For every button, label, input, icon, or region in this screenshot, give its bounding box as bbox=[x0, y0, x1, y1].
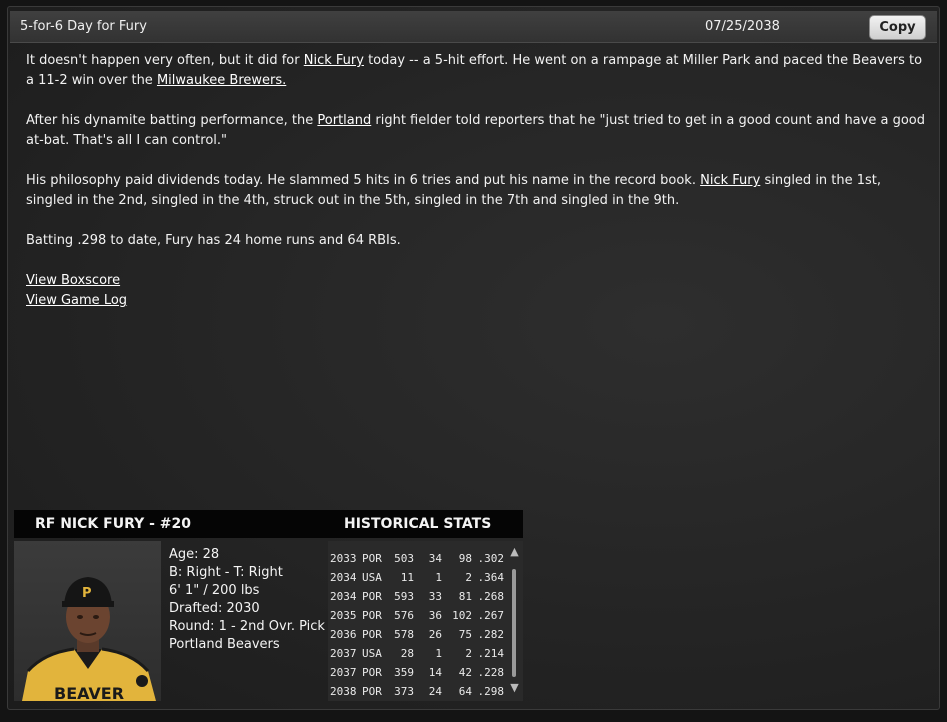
stats-cell-year: 2036 bbox=[330, 628, 357, 641]
player-portrait-icon: BEAVER P bbox=[22, 577, 156, 703]
player-card: RF NICK FURY - #20 HISTORICAL STATS BEAV… bbox=[14, 510, 523, 703]
stats-cell-team: USA bbox=[362, 647, 382, 660]
player-name[interactable]: RF NICK FURY - #20 bbox=[35, 516, 191, 532]
stats-row: 2037 USA 28 1 2 .214 bbox=[330, 644, 504, 663]
stats-cell-avg: .214 bbox=[477, 647, 505, 660]
stats-scrollbar[interactable]: ▲ ▼ bbox=[506, 541, 523, 701]
stats-cell-hr: 1 bbox=[435, 571, 442, 584]
stats-row: 2034 POR 593 33 81 .268 bbox=[330, 587, 504, 606]
article-header: 5-for-6 Day for Fury 07/25/2038 Copy bbox=[10, 11, 937, 43]
stats-cell-avg: .302 bbox=[477, 552, 505, 565]
stats-cell-rbi: 2 bbox=[465, 647, 472, 660]
stats-cell-avg: .268 bbox=[477, 590, 505, 603]
player-link[interactable]: Nick Fury bbox=[304, 53, 364, 68]
stats-cell-team: POR bbox=[362, 552, 382, 565]
stats-row: 2038 POR 373 24 64 .298 bbox=[330, 682, 504, 701]
svg-text:P: P bbox=[82, 586, 92, 601]
player-drafted: Drafted: 2030 bbox=[169, 601, 260, 616]
stats-cell-ab: 28 bbox=[400, 647, 414, 660]
stats-cell-ab: 593 bbox=[394, 590, 414, 603]
stats-cell-hr: 34 bbox=[428, 552, 442, 565]
stats-cell-team: POR bbox=[362, 685, 382, 698]
stats-cell-rbi: 98 bbox=[458, 552, 472, 565]
stats-grid: 2033 POR 503 34 98.302 2034 USA 11 1 2.364 2034 POR… bbox=[330, 549, 504, 701]
team-link-brewers[interactable]: Milwaukee Brewers. bbox=[157, 73, 286, 88]
stats-cell-ab: 11 bbox=[400, 571, 414, 584]
stats-cell-avg: .228 bbox=[477, 666, 505, 679]
player-photo: BEAVER P bbox=[14, 541, 161, 703]
stats-cell-year: 2034 bbox=[330, 590, 357, 603]
view-game-log-link[interactable]: View Game Log bbox=[26, 293, 127, 308]
stats-cell-rbi: 64 bbox=[458, 685, 472, 698]
player-bats-throws: B: Right - T: Right bbox=[169, 565, 283, 580]
article-links: View Boxscore View Game Log bbox=[26, 271, 926, 311]
stats-cell-avg: .267 bbox=[477, 609, 505, 622]
stats-cell-year: 2037 bbox=[330, 647, 357, 660]
article-body: It doesn't happen very often, but it did… bbox=[26, 51, 926, 311]
team-link-portland[interactable]: Portland bbox=[317, 113, 371, 128]
article-date: 07/25/2038 bbox=[705, 19, 780, 34]
stats-cell-hr: 1 bbox=[435, 647, 442, 660]
stats-cell-ab: 503 bbox=[394, 552, 414, 565]
stats-cell-avg: .298 bbox=[477, 685, 505, 698]
copy-button[interactable]: Copy bbox=[869, 15, 926, 40]
view-boxscore-link[interactable]: View Boxscore bbox=[26, 273, 120, 288]
stats-cell-ab: 359 bbox=[394, 666, 414, 679]
stats-cell-year: 2035 bbox=[330, 609, 357, 622]
stats-cell-hr: 36 bbox=[428, 609, 442, 622]
paragraph-3: His philosophy paid dividends today. He … bbox=[26, 173, 882, 208]
chevron-down-icon[interactable]: ▼ bbox=[508, 681, 521, 695]
stats-row: 2034 USA 11 1 2.364 bbox=[330, 568, 504, 587]
stats-row: 2033 POR 503 34 98 .302 bbox=[330, 549, 504, 568]
stats-cell-ab: 576 bbox=[394, 609, 414, 622]
stats-cell-avg: .364 bbox=[477, 571, 505, 584]
svg-text:BEAVER: BEAVER bbox=[54, 684, 124, 701]
paragraph-4: Batting .298 to date, Fury has 24 home r… bbox=[26, 233, 401, 248]
chevron-up-icon[interactable]: ▲ bbox=[508, 545, 521, 559]
stats-row: 2037 POR 359 14 42 .228 bbox=[330, 663, 504, 682]
stats-cell-rbi: 81 bbox=[458, 590, 472, 603]
stats-cell-hr: 33 bbox=[428, 590, 442, 603]
stats-cell-hr: 14 bbox=[428, 666, 442, 679]
player-link[interactable]: Nick Fury bbox=[700, 173, 760, 188]
scroll-thumb[interactable] bbox=[512, 569, 516, 677]
stats-cell-hr: 24 bbox=[428, 685, 442, 698]
player-height-weight: 6' 1" / 200 lbs bbox=[169, 583, 260, 598]
stats-cell-team: POR bbox=[362, 628, 382, 641]
historical-stats-title: HISTORICAL STATS bbox=[344, 516, 492, 532]
stats-cell-hr: 26 bbox=[428, 628, 442, 641]
stats-cell-rbi: 42 bbox=[458, 666, 472, 679]
paragraph-1: It doesn't happen very often, but it did… bbox=[26, 53, 923, 88]
stats-cell-avg: .282 bbox=[477, 628, 505, 641]
stats-cell-rbi: 2 bbox=[465, 571, 472, 584]
stats-cell-team: USA bbox=[362, 571, 382, 584]
stats-row: 2035 POR 576 36 102 .267 bbox=[330, 606, 504, 625]
player-age: Age: 28 bbox=[169, 547, 220, 562]
stats-cell-rbi: 102 bbox=[452, 609, 472, 622]
stats-cell-year: 2037 bbox=[330, 666, 357, 679]
stats-cell-ab: 373 bbox=[394, 685, 414, 698]
player-card-header: RF NICK FURY - #20 HISTORICAL STATS bbox=[14, 510, 523, 538]
player-team: Portland Beavers bbox=[169, 637, 280, 652]
paragraph-2: After his dynamite batting performance, … bbox=[26, 113, 925, 148]
player-draft-round: Round: 1 - 2nd Ovr. Pick bbox=[169, 619, 325, 634]
stats-cell-rbi: 75 bbox=[458, 628, 472, 641]
stats-cell-team: POR bbox=[362, 609, 382, 622]
stats-cell-ab: 578 bbox=[394, 628, 414, 641]
stats-cell-team: POR bbox=[362, 590, 382, 603]
historical-stats-table[interactable]: 2033 POR 503 34 98.302 2034 USA 11 1 2.364 2034 POR… bbox=[328, 541, 523, 701]
stats-cell-year: 2038 bbox=[330, 685, 357, 698]
stats-cell-year: 2034 bbox=[330, 571, 357, 584]
stats-cell-team: POR bbox=[362, 666, 382, 679]
stats-cell-year: 2033 bbox=[330, 552, 357, 565]
article-title: 5-for-6 Day for Fury bbox=[20, 19, 147, 34]
stats-row: 2036 POR 578 26 75 .282 bbox=[330, 625, 504, 644]
player-bio: Age: 28 B: Right - T: Right 6' 1" / 200 … bbox=[169, 546, 325, 654]
